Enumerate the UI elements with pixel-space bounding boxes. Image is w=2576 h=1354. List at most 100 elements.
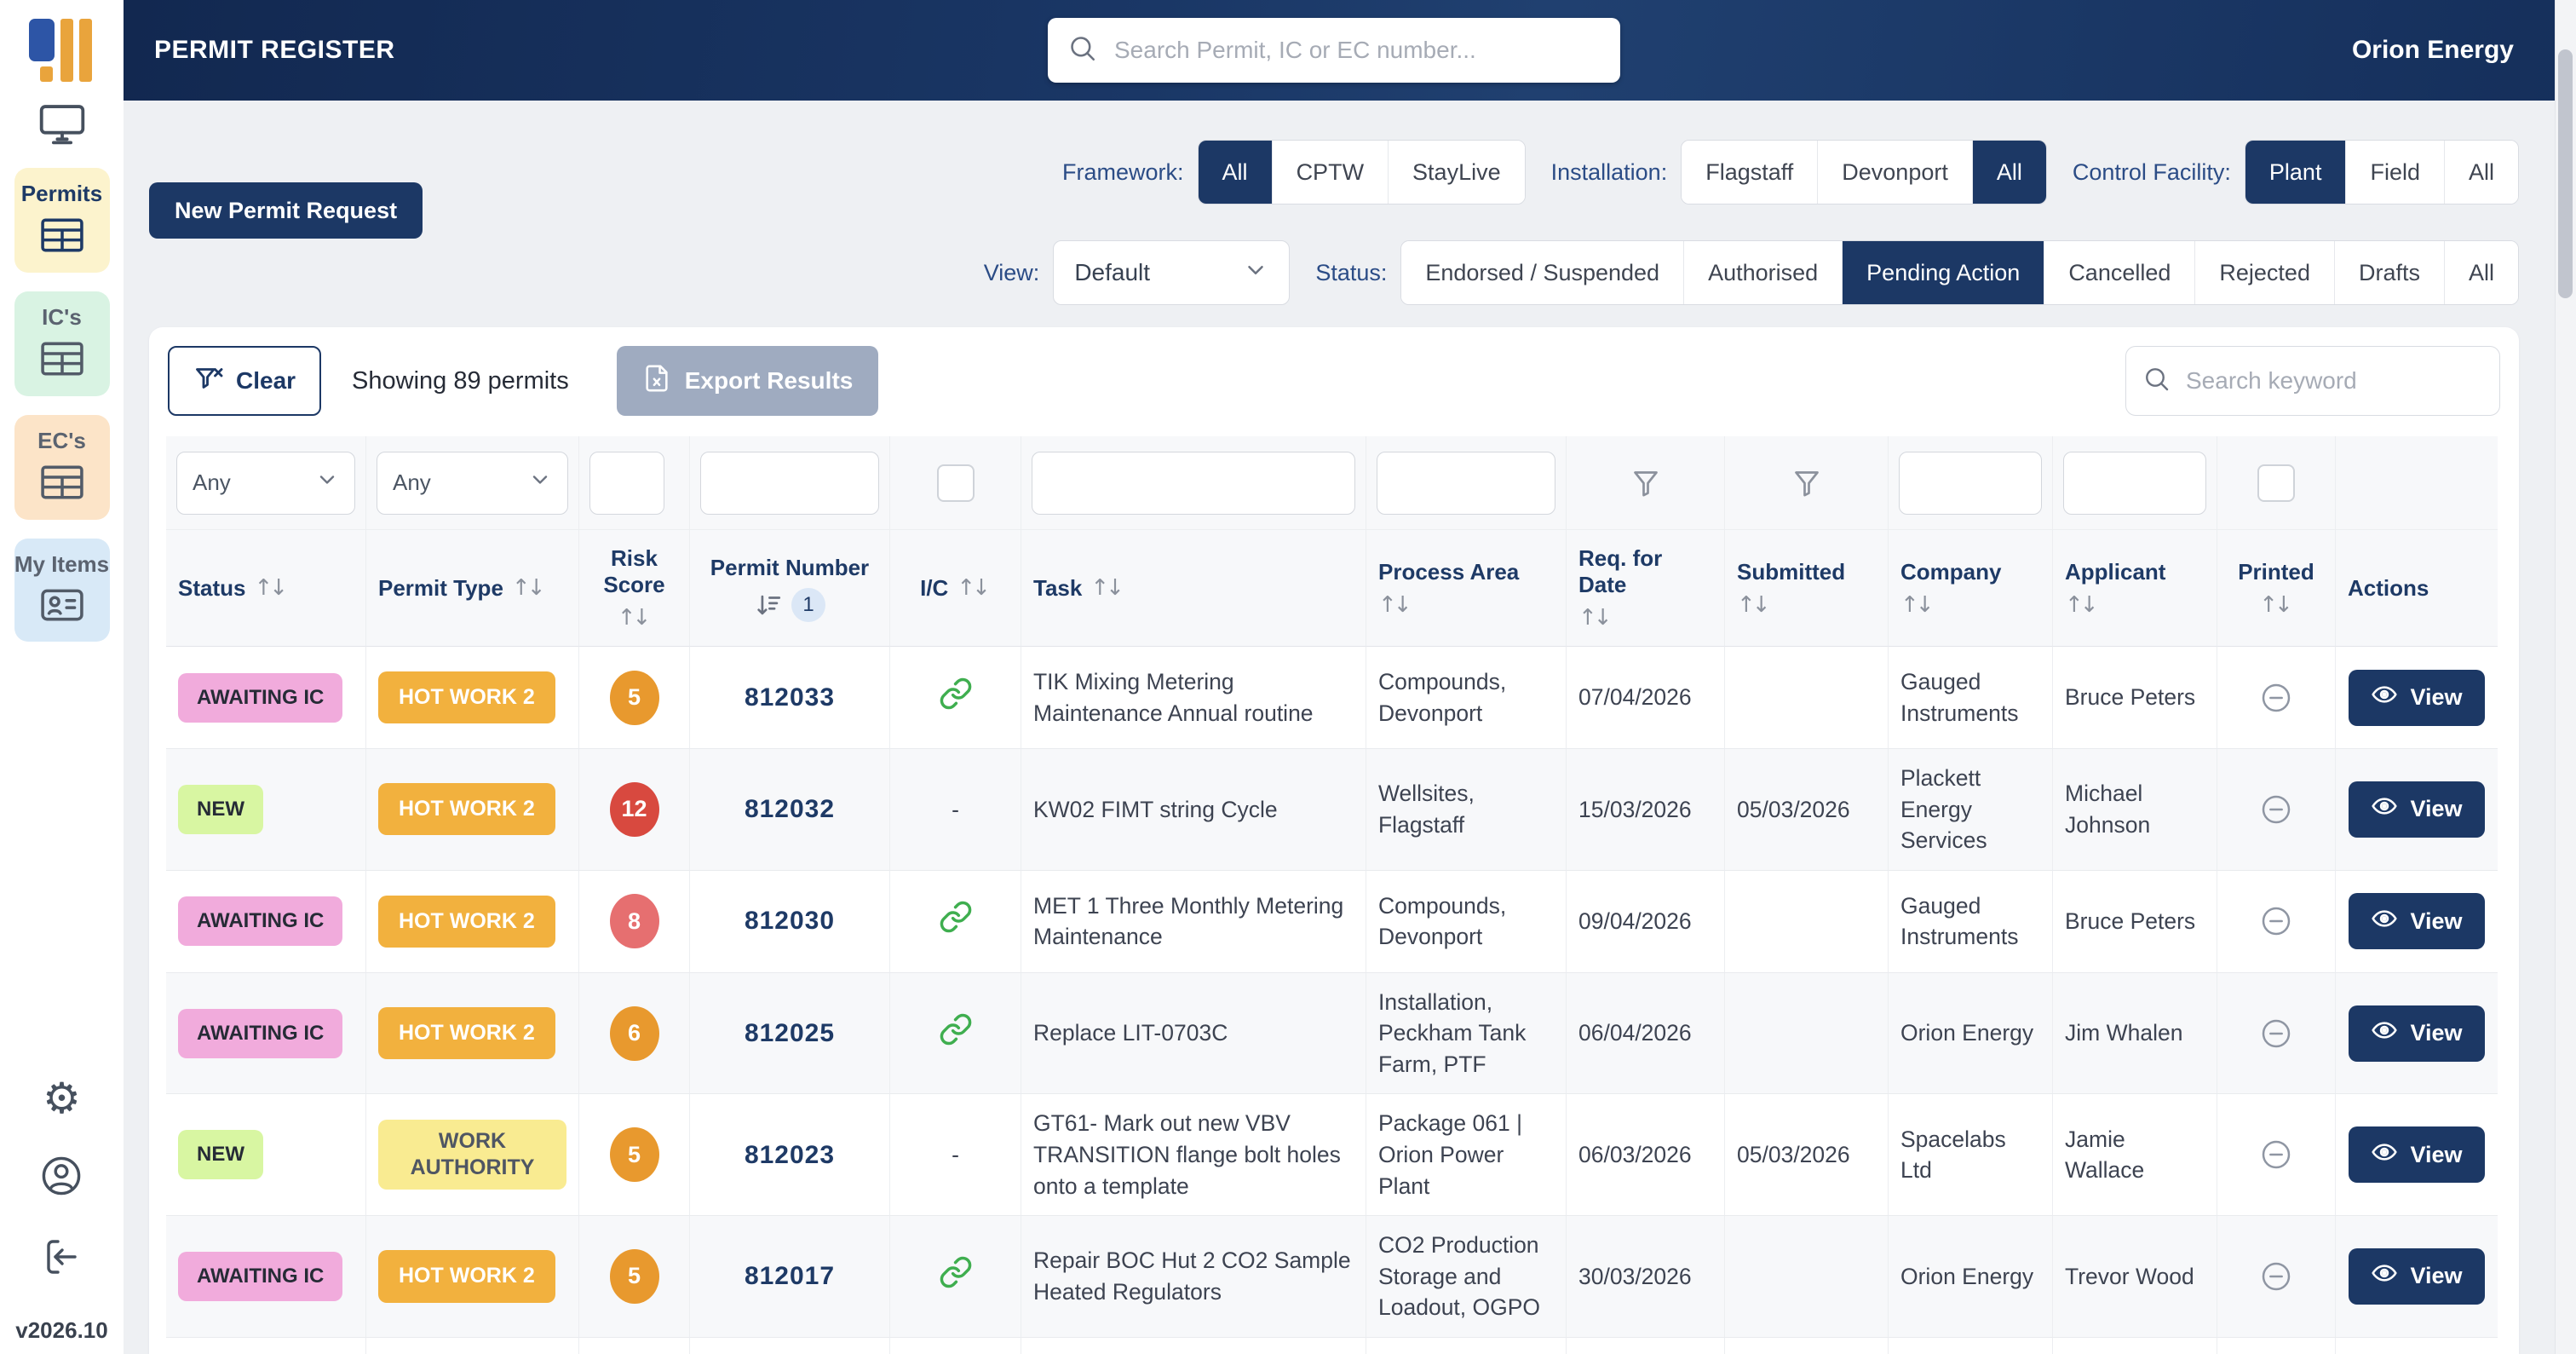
filter-input-applicant[interactable] — [2063, 452, 2206, 515]
filter-input-company[interactable] — [1899, 452, 2042, 515]
keyword-search-input[interactable] — [2184, 366, 2482, 395]
permit-type-badge: HOT WORK 2 — [378, 671, 555, 723]
task-text: Replace LIT-0703C — [1033, 1017, 1228, 1049]
sort-icon[interactable]: ↑↓ — [1578, 605, 1613, 631]
sort-icon[interactable]: ↑↓ — [1737, 592, 1771, 618]
sidebar-item-ecs[interactable]: EC's — [14, 415, 110, 520]
export-results-button[interactable]: Export Results — [617, 346, 879, 416]
sort-icon[interactable]: ↑↓ — [618, 605, 652, 631]
segment-option-cancelled[interactable]: Cancelled — [2044, 241, 2194, 304]
organisation-name: Orion Energy — [2352, 36, 2514, 65]
segment-option-cptw[interactable]: CPTW — [1272, 141, 1388, 204]
company-text: Gauged Instruments — [1900, 666, 2040, 729]
global-search — [1048, 18, 1620, 83]
ic-link-icon[interactable] — [939, 900, 973, 942]
risk-score-badge: 6 — [610, 1006, 659, 1061]
filter-cell-permit-number — [690, 436, 890, 530]
permit-number-link[interactable]: 812030 — [745, 903, 835, 938]
view-button[interactable]: View — [2349, 1005, 2484, 1062]
gear-icon[interactable]: ⚙ — [43, 1077, 81, 1120]
sort-icon[interactable]: ↑↓ — [2065, 592, 2099, 618]
page-scrollbar[interactable] — [2555, 0, 2576, 1354]
sort-descending-icon[interactable] — [754, 591, 783, 619]
segment-option-authorised[interactable]: Authorised — [1683, 241, 1842, 304]
view-button[interactable]: View — [2349, 781, 2484, 838]
filter-row-primary: Framework: AllCPTWStayLive Installation:… — [124, 140, 2576, 205]
permit-number-link[interactable]: 812033 — [745, 680, 835, 715]
sort-icon[interactable]: ↑↓ — [2259, 592, 2293, 618]
segment-option-all[interactable]: All — [2444, 141, 2518, 204]
table-body: AWAITING IC HOT WORK 2 5 812033 - TIK Mi… — [166, 647, 2502, 1354]
filter-select-permit-type[interactable]: Any — [377, 452, 568, 515]
filter-input-task[interactable] — [1032, 452, 1355, 515]
app-logo-icon — [29, 14, 95, 82]
filter-select-status[interactable]: Any — [176, 452, 355, 515]
column-header-process-area[interactable]: Process Area↑↓ — [1366, 530, 1567, 647]
sidebar-item-permits[interactable]: Permits — [14, 168, 110, 273]
segment-option-plant[interactable]: Plant — [2245, 141, 2346, 204]
sort-icon[interactable]: ↑↓ — [1900, 592, 1935, 618]
column-header-company[interactable]: Company↑↓ — [1889, 530, 2053, 647]
segment-option-field[interactable]: Field — [2345, 141, 2444, 204]
segment-option-drafts[interactable]: Drafts — [2334, 241, 2444, 304]
ic-empty-dash: - — [952, 794, 959, 826]
user-profile-icon[interactable] — [41, 1155, 82, 1201]
view-dropdown[interactable]: Default — [1053, 240, 1290, 305]
column-header-i-c[interactable]: I/C↑↓ — [890, 530, 1021, 647]
sort-icon[interactable]: ↑↓ — [1378, 592, 1412, 618]
installation-label: Installation: — [1551, 159, 1668, 186]
view-button[interactable]: View — [2349, 1126, 2484, 1183]
column-header-submitted[interactable]: Submitted↑↓ — [1725, 530, 1889, 647]
sidebar-item-my-items[interactable]: My Items — [14, 539, 110, 642]
permit-number-link[interactable]: 812023 — [745, 1138, 835, 1173]
segment-option-rejected[interactable]: Rejected — [2194, 241, 2334, 304]
column-header-risk-score[interactable]: Risk Score↑↓ — [579, 530, 690, 647]
segment-option-pending-action[interactable]: Pending Action — [1842, 241, 2044, 304]
column-header-permit-type[interactable]: Permit Type↑↓ — [366, 530, 579, 647]
segment-option-staylive[interactable]: StayLive — [1388, 141, 1525, 204]
segment-option-all[interactable]: All — [2444, 241, 2518, 304]
view-button[interactable]: View — [2349, 1248, 2484, 1305]
segment-option-all[interactable]: All — [1972, 141, 2046, 204]
segment-option-devonport[interactable]: Devonport — [1817, 141, 1972, 204]
scrollbar-thumb[interactable] — [2558, 49, 2573, 298]
column-header-status[interactable]: Status↑↓ — [166, 530, 366, 647]
clear-filters-button[interactable]: Clear — [168, 346, 321, 416]
top-bar: PERMIT REGISTER Orion Energy — [124, 0, 2576, 101]
global-search-input[interactable] — [1113, 36, 1600, 65]
filter-input-risk-score[interactable] — [589, 452, 664, 515]
sidebar-item-ics[interactable]: IC's — [14, 291, 110, 396]
column-header-permit-number[interactable]: Permit Number1 — [690, 530, 890, 647]
view-button[interactable]: View — [2349, 893, 2484, 949]
sort-icon[interactable]: ↑↓ — [254, 575, 288, 601]
not-printed-icon — [2259, 681, 2293, 715]
segment-option-endorsed-suspended[interactable]: Endorsed / Suspended — [1401, 241, 1683, 304]
filter-input-process-area[interactable] — [1377, 452, 1555, 515]
filter-input-permit-number[interactable] — [700, 452, 879, 515]
sort-icon[interactable]: ↑↓ — [957, 575, 991, 601]
sidebar-item-dashboard[interactable] — [39, 104, 85, 149]
keyword-search — [2125, 346, 2500, 416]
ic-link-icon[interactable] — [939, 677, 973, 719]
column-header-applicant[interactable]: Applicant↑↓ — [2053, 530, 2217, 647]
filter-funnel-icon-req-for-date[interactable] — [1629, 466, 1663, 500]
sort-icon[interactable]: ↑↓ — [1090, 575, 1124, 601]
column-header-printed[interactable]: Printed↑↓ — [2217, 530, 2336, 647]
filter-checkbox-printed[interactable] — [2257, 464, 2295, 502]
new-permit-request-button[interactable]: New Permit Request — [149, 182, 423, 239]
logout-icon[interactable] — [41, 1236, 82, 1282]
sort-icon[interactable]: ↑↓ — [512, 575, 546, 601]
permit-number-link[interactable]: 812025 — [745, 1016, 835, 1051]
permit-number-link[interactable]: 812017 — [745, 1259, 835, 1294]
column-header-task[interactable]: Task↑↓ — [1021, 530, 1366, 647]
view-button[interactable]: View — [2349, 670, 2484, 726]
permit-number-link[interactable]: 812032 — [745, 792, 835, 827]
ic-link-icon[interactable] — [939, 1255, 973, 1298]
segment-option-all[interactable]: All — [1199, 141, 1272, 204]
filter-funnel-icon-submitted[interactable] — [1790, 466, 1824, 500]
filter-checkbox-i-c[interactable] — [937, 464, 975, 502]
segment-option-flagstaff[interactable]: Flagstaff — [1682, 141, 1817, 204]
sidebar-item-label: IC's — [42, 305, 82, 331]
column-header-req-for-date[interactable]: Req. for Date↑↓ — [1567, 530, 1725, 647]
ic-link-icon[interactable] — [939, 1012, 973, 1055]
